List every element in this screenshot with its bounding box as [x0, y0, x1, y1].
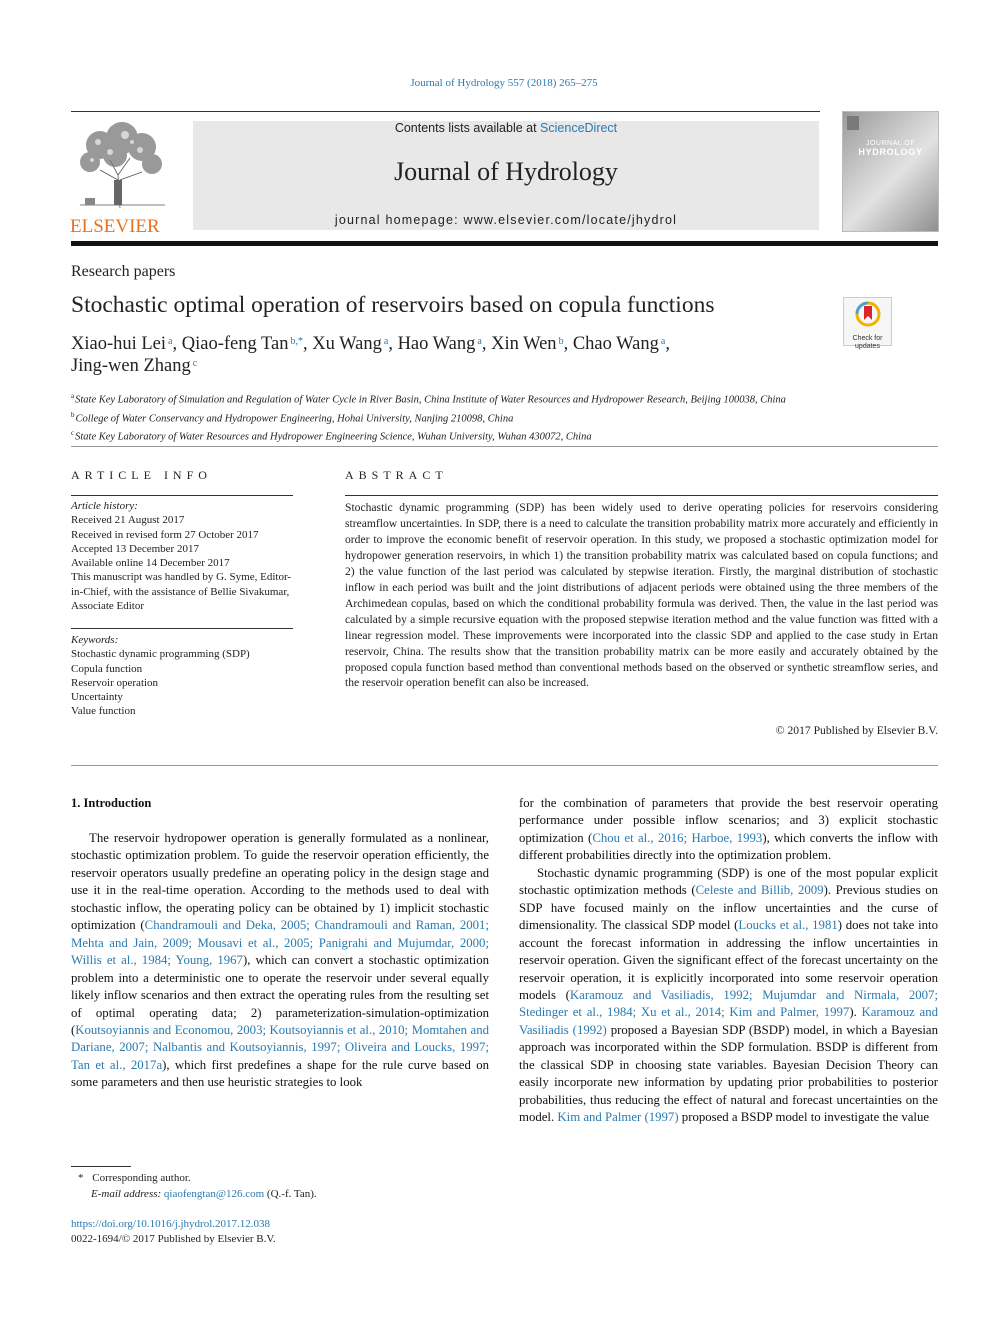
contents-line: Contents lists available at ScienceDirec…	[193, 121, 819, 135]
keyword-item: Value function	[71, 705, 136, 718]
issn-line: 0022-1694/© 2017 Published by Elsevier B…	[71, 1233, 276, 1245]
journal-title: Journal of Hydrology	[394, 157, 618, 186]
abstract-rule	[345, 495, 938, 496]
affiliation-key: c	[71, 429, 75, 437]
paragraph-text: proposed a Bayesian SDP (BSDP) model, in…	[519, 1022, 938, 1125]
intro-paragraph-1: The reservoir hydropower operation is ge…	[71, 830, 489, 1092]
body-rule	[71, 765, 938, 766]
check-for-updates-button[interactable]: Check for updates	[843, 297, 892, 350]
author-affiliation-marker[interactable]: b,*	[291, 336, 304, 347]
article-history: Article history: Received 21 August 2017…	[71, 499, 301, 613]
author-affiliation-marker[interactable]: a	[661, 336, 665, 347]
header-thick-rule	[71, 241, 938, 246]
author-name[interactable]: Chao Wang	[573, 334, 659, 354]
journal-cover-image[interactable]: JOURNAL OF HYDROLOGY	[842, 111, 939, 232]
paragraph-text: proposed a BSDP model to investigate the…	[678, 1110, 930, 1125]
article-info-heading: ARTICLE INFO	[71, 468, 212, 482]
article-history-label: Article history:	[71, 500, 138, 512]
abstract-copyright: © 2017 Published by Elsevier B.V.	[775, 724, 938, 737]
author-name[interactable]: Xu Wang	[312, 334, 382, 354]
body-column-left: The reservoir hydropower operation is ge…	[71, 830, 489, 1092]
elsevier-tree-icon	[70, 120, 170, 210]
keyword-item: Copula function	[71, 662, 143, 675]
email-label: E-mail address:	[91, 1188, 164, 1200]
history-entry: Received in revised form 27 October 2017	[71, 528, 259, 541]
affiliation-rule	[71, 446, 938, 447]
footnote-rule	[71, 1166, 131, 1167]
author-name[interactable]: Qiao-feng Tan	[182, 334, 289, 354]
author-affiliation-marker[interactable]: b	[559, 336, 564, 347]
keyword-item: Uncertainty	[71, 691, 123, 704]
affiliation-item: aState Key Laboratory of Simulation and …	[71, 389, 931, 408]
intro-paragraph-1-continued: for the combination of parameters that p…	[519, 795, 938, 865]
keywords-section: Keywords: Stochastic dynamic programming…	[71, 633, 301, 719]
author-name[interactable]: Xin Wen	[491, 334, 556, 354]
author-affiliation-marker[interactable]: a	[384, 336, 388, 347]
cover-title-line1: JOURNAL OF	[865, 140, 916, 147]
journal-reference-link[interactable]: Journal of Hydrology 557 (2018) 265–275	[0, 77, 992, 89]
email-suffix: (Q.-f. Tan).	[264, 1188, 317, 1200]
affiliation-item: cState Key Laboratory of Water Resources…	[71, 426, 931, 445]
affiliation-key: b	[71, 410, 75, 419]
corresponding-author-label: Corresponding author.	[92, 1172, 191, 1184]
sciencedirect-link[interactable]: ScienceDirect	[540, 121, 617, 135]
keywords-label: Keywords:	[71, 634, 119, 646]
affiliation-text: State Key Laboratory of Water Resources …	[75, 431, 592, 443]
affiliation-text: College of Water Conservancy and Hydropo…	[75, 413, 514, 424]
footnote: * Corresponding author. E-mail address: …	[78, 1170, 317, 1202]
cover-publisher-badge	[847, 116, 859, 130]
article-info-rule	[71, 495, 293, 496]
author-affiliation-marker[interactable]: c	[193, 358, 197, 369]
email-link[interactable]: qiaofengtan@126.com	[164, 1188, 264, 1200]
keyword-item: Stochastic dynamic programming (SDP)	[71, 648, 250, 661]
contents-prefix: Contents lists available at	[394, 121, 541, 135]
abstract-heading: ABSTRACT	[345, 468, 448, 482]
footnote-marker: *	[78, 1172, 84, 1184]
history-entry: Accepted 13 December 2017	[71, 542, 199, 555]
elsevier-logo[interactable]: ELSEVIER	[70, 120, 172, 237]
author-affiliation-marker[interactable]: a	[477, 336, 481, 347]
history-entry: Received 21 August 2017	[71, 514, 185, 527]
author-name[interactable]: Jing-wen Zhang	[71, 356, 191, 376]
citation-link[interactable]: Celeste and Billib, 2009	[696, 883, 824, 897]
doi-block: https://doi.org/10.1016/j.jhydrol.2017.1…	[71, 1217, 276, 1247]
history-entry: This manuscript was handled by G. Syme, …	[71, 571, 292, 613]
doi-link[interactable]: https://doi.org/10.1016/j.jhydrol.2017.1…	[71, 1218, 270, 1230]
crossmark-icon	[855, 301, 880, 327]
journal-masthead: Contents lists available at ScienceDirec…	[193, 121, 819, 230]
elsevier-wordmark: ELSEVIER	[70, 216, 160, 237]
body-column-right: for the combination of parameters that p…	[519, 795, 938, 1127]
history-entry: Available online 14 December 2017	[71, 557, 230, 570]
author-name[interactable]: Xiao-hui Lei	[71, 334, 166, 354]
article-history-list: Received 21 August 2017 Received in revis…	[71, 513, 301, 613]
author-list: Xiao-hui Lei a, Qiao-feng Tan b,*, Xu Wang…	[71, 334, 670, 376]
affiliation-text: State Key Laboratory of Simulation and R…	[75, 394, 786, 406]
author-name[interactable]: Hao Wang	[398, 334, 476, 354]
abstract-text: Stochastic dynamic programming (SDP) has…	[345, 501, 938, 690]
affiliation-list: aState Key Laboratory of Simulation and …	[71, 389, 931, 445]
corresponding-author-note: * Corresponding author.	[78, 1170, 317, 1186]
homepage-link[interactable]: www.elsevier.com/locate/jhydrol	[463, 213, 677, 227]
paragraph-text: ).	[849, 1005, 862, 1020]
affiliation-key: a	[71, 392, 75, 400]
cover-title-line2: HYDROLOGY	[858, 147, 923, 157]
email-line: E-mail address: qiaofengtan@126.com (Q.-…	[78, 1186, 317, 1202]
keywords-rule	[71, 628, 293, 629]
section-label: Research papers	[71, 263, 176, 280]
header-rule	[71, 111, 820, 112]
article-title: Stochastic optimal operation of reservoi…	[71, 292, 715, 318]
homepage-line: journal homepage: www.elsevier.com/locat…	[193, 213, 819, 227]
intro-paragraph-2: Stochastic dynamic programming (SDP) is …	[519, 865, 938, 1127]
citation-link[interactable]: Kim and Palmer (1997)	[557, 1110, 678, 1124]
citation-link[interactable]: Loucks et al., 1981	[738, 918, 837, 932]
keyword-list: Stochastic dynamic programming (SDP) Copu…	[71, 647, 301, 718]
author-affiliation-marker[interactable]: a	[168, 336, 172, 347]
introduction-heading: 1. Introduction	[71, 796, 152, 810]
homepage-prefix: journal homepage:	[334, 213, 464, 227]
citation-link[interactable]: Chou et al., 2016; Harboe, 1993	[592, 831, 762, 845]
keyword-item: Reservoir operation	[71, 676, 159, 689]
affiliation-item: bCollege of Water Conservancy and Hydrop…	[71, 408, 931, 427]
crossmark-label: Check for updates	[852, 335, 883, 350]
